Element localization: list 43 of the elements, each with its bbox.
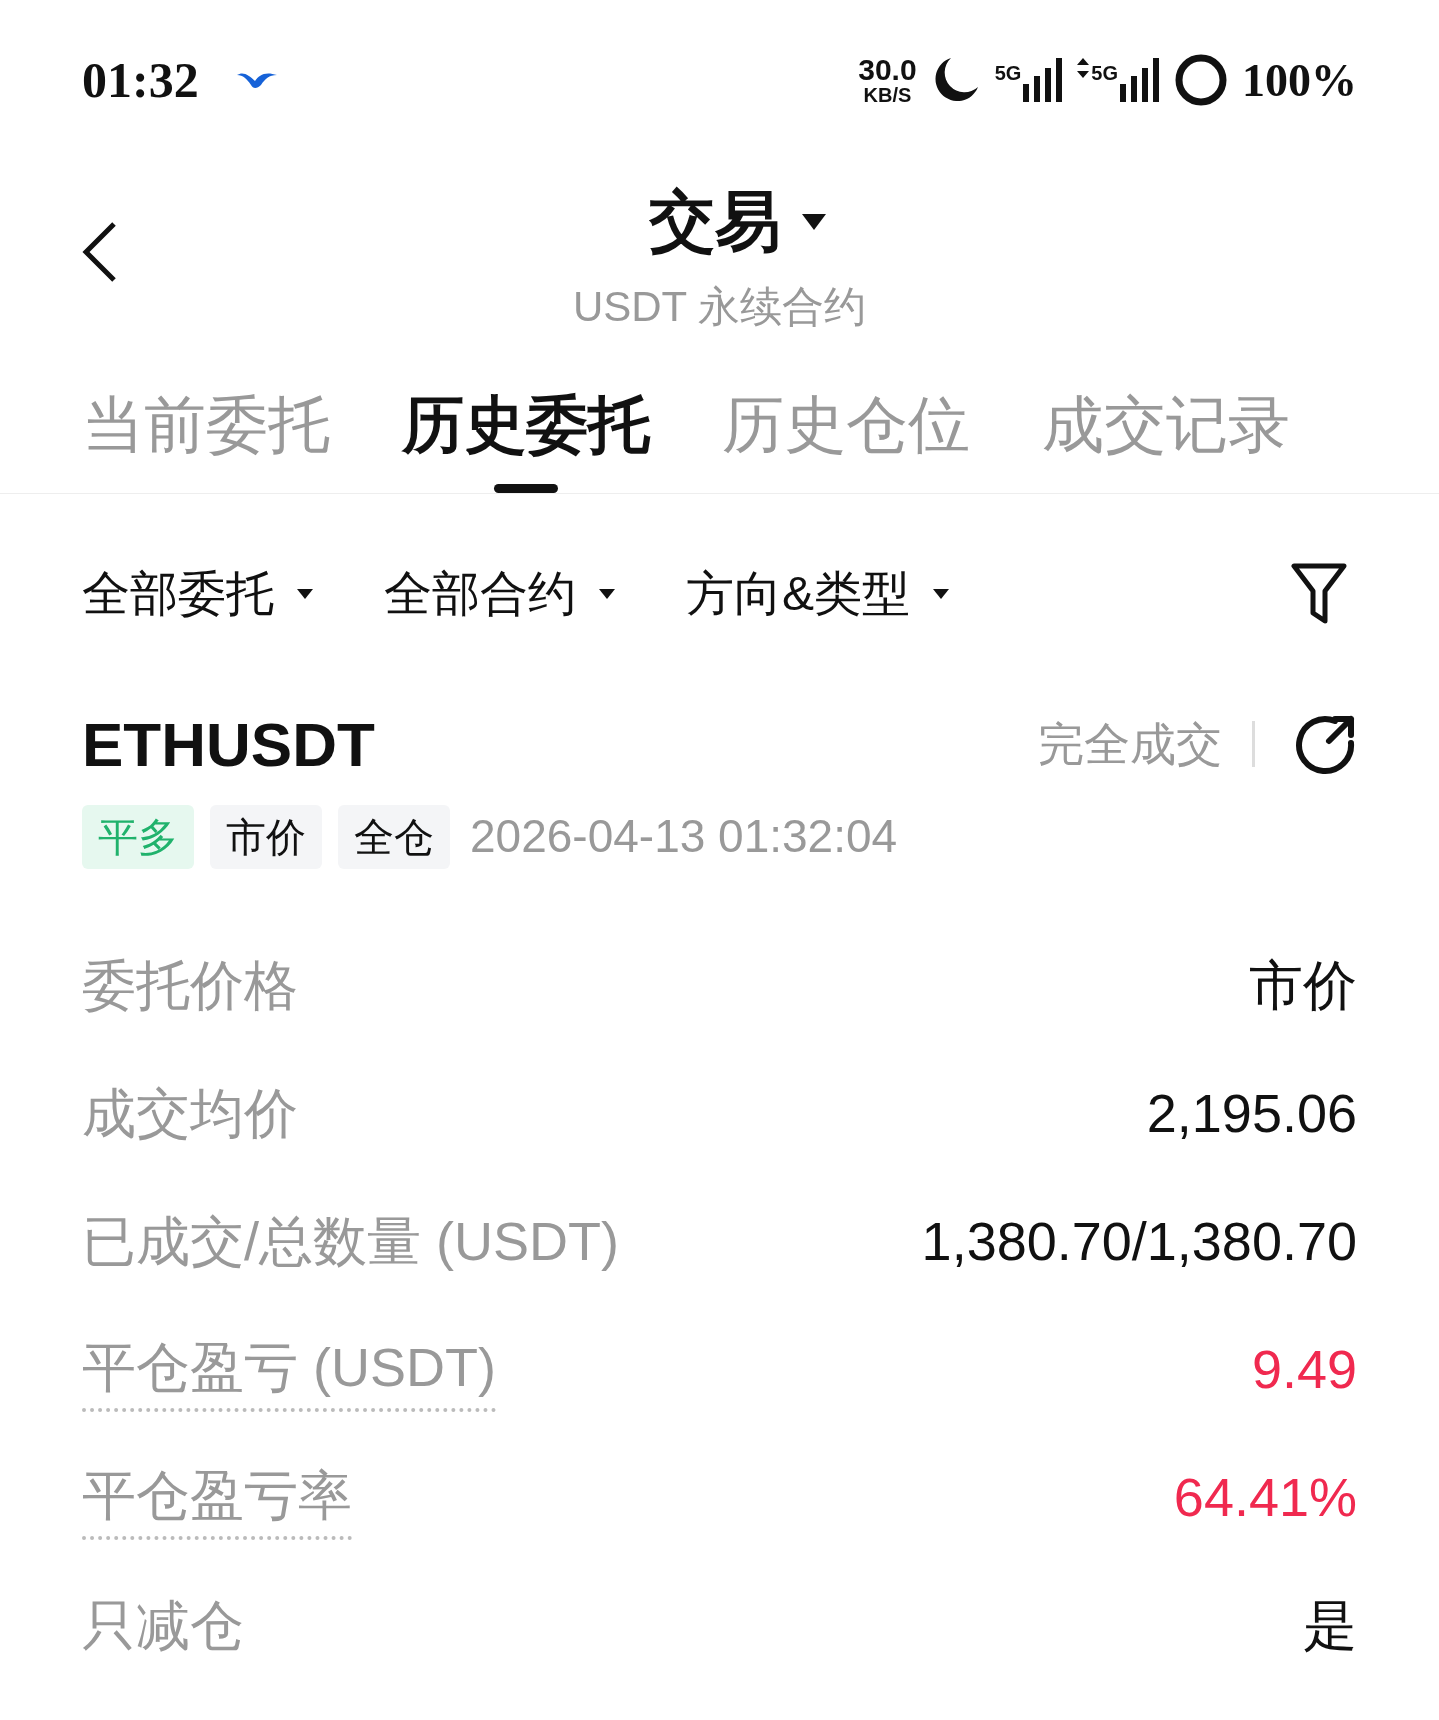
order-time: 2026-04-13 01:32:04 <box>470 809 898 864</box>
network-label: 5G <box>994 61 1022 86</box>
tab-indicator <box>494 484 558 493</box>
caret-icon <box>932 588 950 600</box>
field-value: 9.49 <box>1251 1337 1357 1401</box>
caret-icon <box>800 212 827 231</box>
field-value: 是 <box>1303 1593 1357 1657</box>
filter-dropdown[interactable]: 全部合约 <box>384 558 616 630</box>
share-button[interactable] <box>1295 713 1357 775</box>
speed-value: 30.0 <box>858 55 917 85</box>
field-value: 64.41% <box>1173 1465 1357 1529</box>
subtitle: USDT 永续合约 <box>572 282 867 332</box>
filter-dropdown[interactable]: 全部委托 <box>82 558 314 630</box>
caret-icon <box>598 588 616 600</box>
tab[interactable]: 历史委托 <box>402 380 650 493</box>
field-value: 市价 <box>1249 953 1357 1017</box>
symbol: ETHUSDT <box>82 708 375 781</box>
caret-icon <box>296 588 314 600</box>
field-label: 已成交/总数量 (USDT) <box>82 1209 619 1273</box>
filter-button[interactable] <box>1291 563 1347 625</box>
order-status: 完全成交 <box>1038 716 1222 772</box>
battery-percent: 100% <box>1242 53 1357 108</box>
order-tag: 平多 <box>82 804 194 869</box>
filter-icon <box>1291 563 1347 625</box>
order-tag: 市价 <box>210 804 322 869</box>
field-label: 成交均价 <box>82 1081 298 1145</box>
field-label: 平仓盈亏 (USDT) <box>82 1326 496 1412</box>
order-tag: 全仓 <box>338 804 450 869</box>
field-label: 只减仓 <box>82 1593 244 1657</box>
field-value: 1,380.70/1,380.70 <box>921 1209 1357 1273</box>
field-label: 委托价格 <box>82 953 298 1017</box>
field-label: 平仓盈亏率 <box>82 1454 352 1540</box>
signal-icon <box>1023 58 1064 102</box>
signal-icon <box>1120 58 1160 102</box>
title-dropdown[interactable]: 交易 <box>612 172 827 271</box>
clock: 01:32 <box>82 50 199 110</box>
speed-unit: KB/S <box>863 85 912 105</box>
filter-dropdown[interactable]: 方向&类型 <box>686 558 950 630</box>
field-value: 2,195.06 <box>1146 1081 1357 1145</box>
battery-ring-icon <box>1174 53 1228 107</box>
network-label: 5G <box>1091 61 1118 86</box>
share-icon <box>1295 713 1357 775</box>
up-down-arrows-icon <box>1077 58 1090 78</box>
